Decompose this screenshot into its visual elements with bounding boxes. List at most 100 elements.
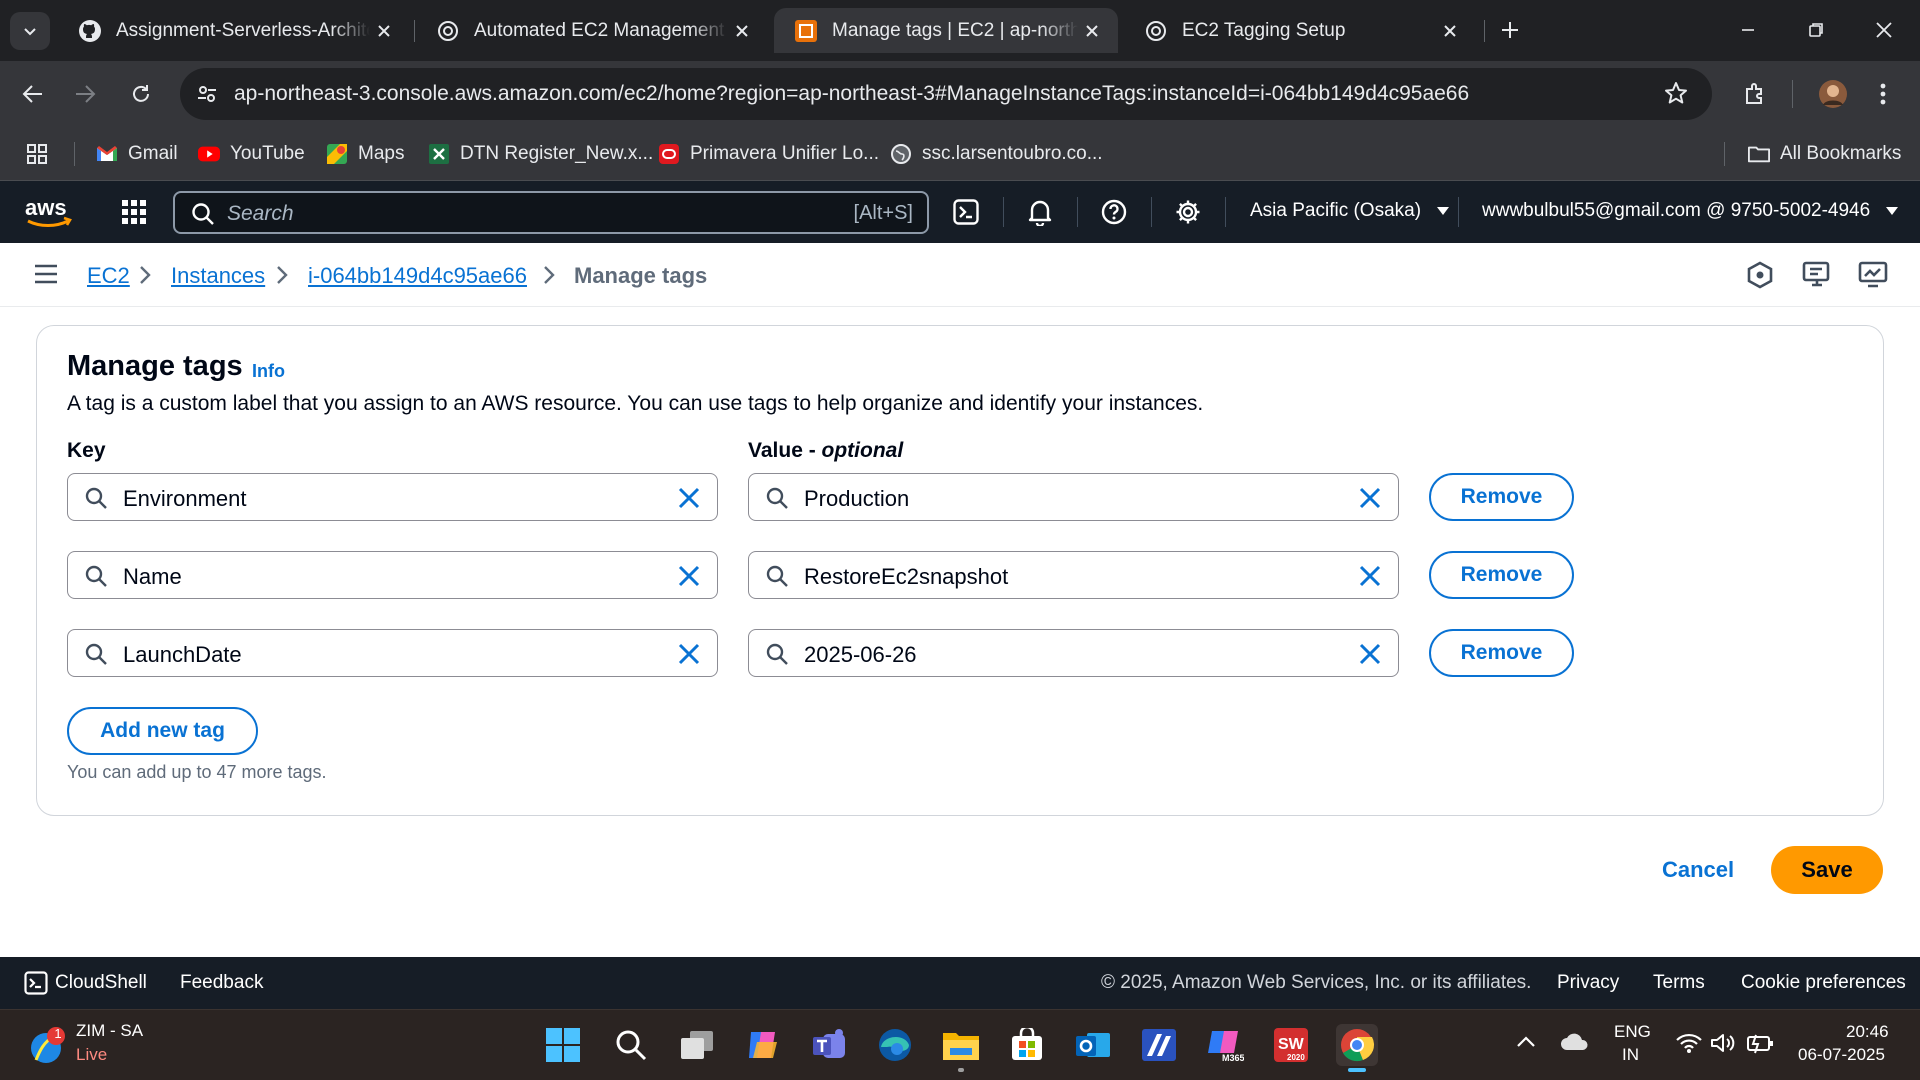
taskbar-app-remote[interactable] (1138, 1024, 1180, 1066)
cloudshell-button[interactable] (950, 197, 982, 227)
tag-key-input[interactable]: Name (67, 551, 718, 599)
add-new-tag-button[interactable]: Add new tag (67, 707, 258, 755)
profile-avatar[interactable] (1812, 73, 1854, 115)
bookmark-gmail[interactable]: Gmail (96, 140, 178, 168)
tag-value-value[interactable]: 2025-06-26 (804, 642, 917, 668)
tag-key-input[interactable]: LaunchDate (67, 629, 718, 677)
feedback-link[interactable]: Feedback (180, 972, 263, 994)
bookmark-ssc[interactable]: ssc.larsentoubro.co... (890, 140, 1103, 168)
tag-value-value[interactable]: RestoreEc2snapshot (804, 564, 1008, 590)
bookmark-dtn-register[interactable]: DTN Register_New.x... (428, 140, 653, 168)
tag-key-value[interactable]: Name (123, 564, 182, 590)
cancel-button[interactable]: Cancel (1662, 857, 1734, 883)
clear-icon[interactable] (677, 486, 701, 510)
tab-automated-ec2[interactable]: Automated EC2 Management L (416, 8, 768, 53)
tag-value-input[interactable]: Production (748, 473, 1399, 521)
aws-search-input[interactable]: Search [Alt+S] (173, 191, 929, 234)
show-hidden-icons-button[interactable] (1516, 1034, 1536, 1048)
back-button[interactable] (12, 73, 54, 115)
help-button[interactable] (1098, 197, 1130, 227)
privacy-link[interactable]: Privacy (1557, 972, 1619, 994)
extensions-button[interactable] (1734, 73, 1776, 115)
remove-tag-button[interactable]: Remove (1429, 473, 1574, 521)
bookmark-primavera[interactable]: Primavera Unifier Lo... (658, 140, 879, 168)
onedrive-icon[interactable] (1560, 1032, 1590, 1052)
remove-tag-button[interactable]: Remove (1429, 629, 1574, 677)
bookmark-maps[interactable]: Maps (326, 140, 404, 168)
settings-button[interactable] (1172, 197, 1204, 227)
tab-manage-tags[interactable]: Manage tags | EC2 | ap-northea (774, 8, 1118, 53)
taskbar-app-outlook[interactable] (1072, 1024, 1114, 1066)
weather-widget[interactable]: 1 (28, 1026, 66, 1066)
info-link[interactable]: Info (252, 361, 285, 382)
tab-github[interactable]: Assignment-Serverless-Architec (58, 8, 410, 53)
tab-search-button[interactable] (10, 12, 50, 50)
site-info-icon[interactable] (196, 83, 218, 105)
bookmark-star-icon[interactable] (1664, 81, 1688, 105)
taskbar-app-store[interactable] (1006, 1024, 1048, 1066)
battery-icon[interactable] (1746, 1032, 1774, 1054)
tag-value-input[interactable]: 2025-06-26 (748, 629, 1399, 677)
tag-value-input[interactable]: RestoreEc2snapshot (748, 551, 1399, 599)
help-panel-button[interactable] (1802, 261, 1832, 289)
language-indicator-top[interactable]: ENG (1614, 1022, 1651, 1042)
close-tab-icon[interactable] (370, 17, 398, 45)
save-button[interactable]: Save (1771, 846, 1883, 894)
minimize-button[interactable] (1726, 10, 1770, 50)
breadcrumb-instances[interactable]: Instances (171, 263, 265, 289)
taskbar-app-chrome[interactable] (1336, 1024, 1378, 1072)
split-panel-button[interactable] (1858, 261, 1888, 289)
volume-icon[interactable] (1710, 1032, 1738, 1054)
browser-menu-button[interactable] (1862, 73, 1904, 115)
reload-button[interactable] (120, 73, 162, 115)
bookmark-youtube[interactable]: YouTube (198, 140, 305, 168)
region-selector[interactable]: Asia Pacific (Osaka) (1250, 200, 1450, 222)
notifications-button[interactable] (1024, 197, 1056, 227)
close-tab-icon[interactable] (1436, 17, 1464, 45)
close-tab-icon[interactable] (728, 17, 756, 45)
start-button[interactable] (542, 1024, 584, 1066)
account-menu[interactable]: wwwbulbul55@gmail.com @ 9750-5002-4946 (1482, 200, 1899, 222)
taskbar-app-teams[interactable] (808, 1024, 850, 1066)
cookie-preferences-link[interactable]: Cookie preferences (1741, 972, 1906, 994)
close-tab-icon[interactable] (1078, 17, 1106, 45)
all-bookmarks-button[interactable]: All Bookmarks (1748, 140, 1901, 168)
taskbar-app-copilot[interactable] (742, 1024, 784, 1066)
task-view-button[interactable] (676, 1024, 718, 1066)
address-bar[interactable]: ap-northeast-3.console.aws.amazon.com/ec… (180, 68, 1712, 120)
restore-button[interactable] (1794, 10, 1838, 50)
taskbar-app-edge[interactable] (874, 1024, 916, 1066)
cloudshell-footer-button[interactable] (24, 971, 48, 995)
cloudshell-link[interactable]: CloudShell (55, 972, 147, 994)
services-menu-button[interactable] (118, 197, 150, 227)
clear-icon[interactable] (1358, 642, 1382, 666)
terms-link[interactable]: Terms (1653, 972, 1705, 994)
aws-logo[interactable]: aws (24, 195, 74, 229)
clear-icon[interactable] (677, 642, 701, 666)
tag-key-value[interactable]: Environment (123, 486, 247, 512)
remove-tag-button[interactable]: Remove (1429, 551, 1574, 599)
clock-time[interactable]: 20:46 (1846, 1022, 1889, 1042)
clock-date[interactable]: 06-07-2025 (1798, 1045, 1885, 1065)
side-nav-toggle[interactable] (34, 263, 58, 285)
clear-icon[interactable] (1358, 486, 1382, 510)
taskbar-search-button[interactable] (610, 1024, 652, 1066)
tab-ec2-tagging[interactable]: EC2 Tagging Setup (1124, 8, 1476, 53)
taskbar-app-m365[interactable]: M365 (1204, 1024, 1246, 1066)
breadcrumb-ec2[interactable]: EC2 (87, 263, 130, 289)
tag-key-value[interactable]: LaunchDate (123, 642, 242, 668)
clear-icon[interactable] (1358, 564, 1382, 588)
apps-grid-button[interactable] (26, 140, 58, 168)
tag-value-value[interactable]: Production (804, 486, 909, 512)
new-tab-button[interactable] (1488, 10, 1532, 50)
tag-key-input[interactable]: Environment (67, 473, 718, 521)
close-window-button[interactable] (1862, 10, 1906, 50)
forward-button[interactable] (64, 73, 106, 115)
wifi-icon[interactable] (1676, 1032, 1702, 1054)
taskbar-app-file-explorer[interactable] (940, 1024, 982, 1072)
clear-icon[interactable] (677, 564, 701, 588)
url-text[interactable]: ap-northeast-3.console.aws.amazon.com/ec… (234, 82, 1469, 106)
taskbar-app-solidworks[interactable]: SW 2020 (1270, 1024, 1312, 1066)
breadcrumb-instance-id[interactable]: i-064bb149d4c95ae66 (308, 263, 527, 289)
language-indicator-bottom[interactable]: IN (1622, 1045, 1639, 1065)
